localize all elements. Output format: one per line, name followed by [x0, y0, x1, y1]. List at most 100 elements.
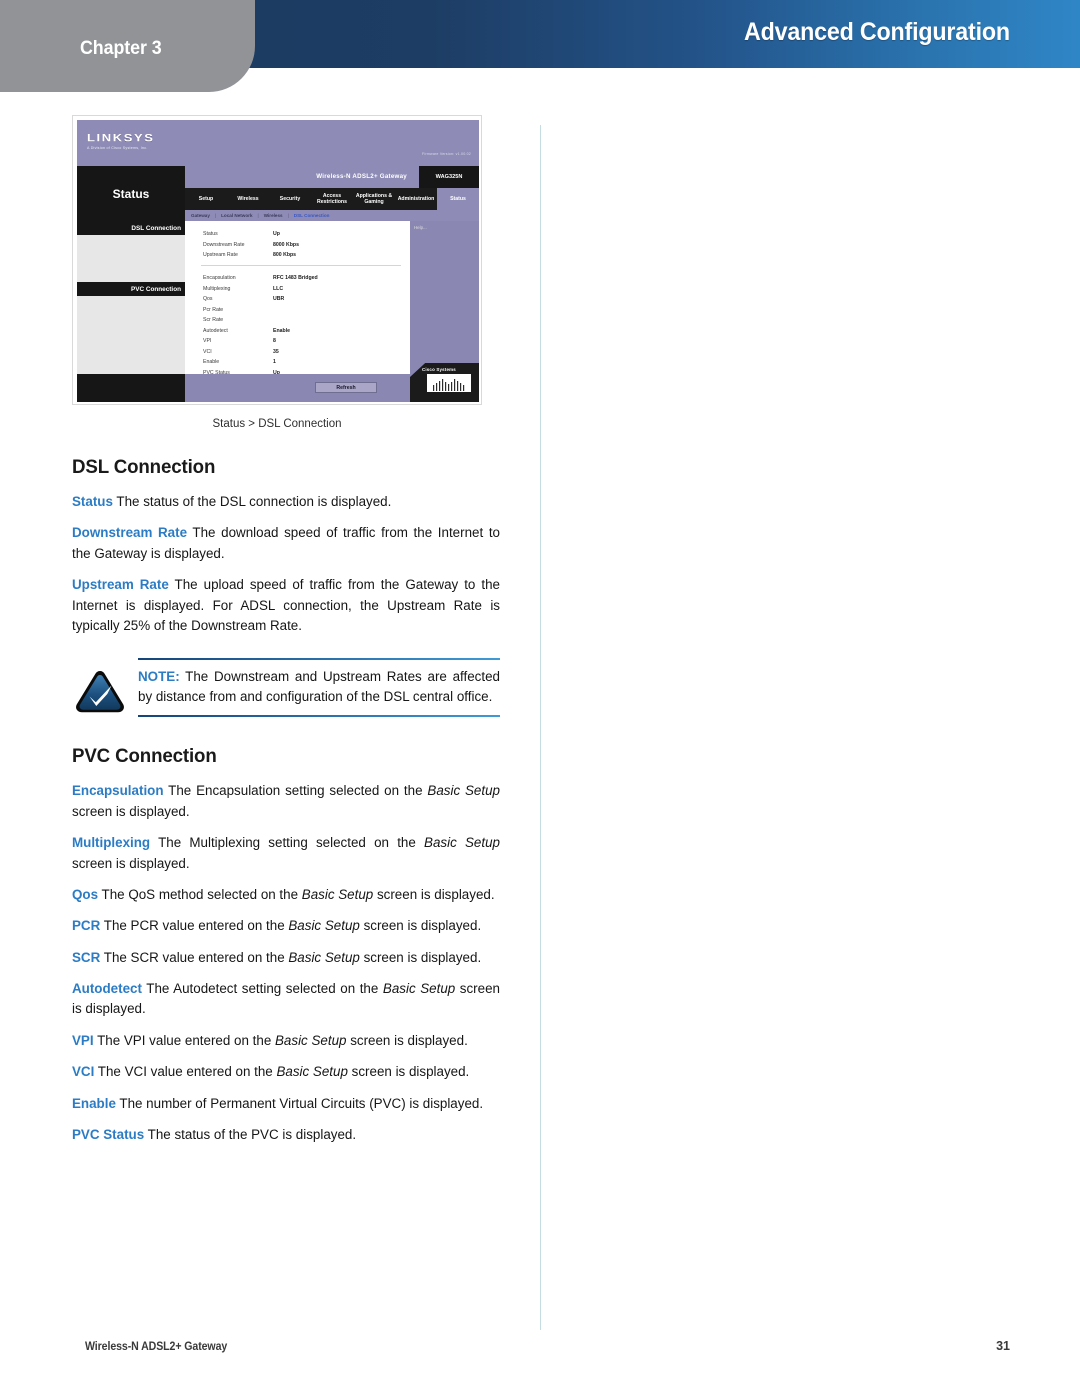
definition-paragraph: Status The status of the DSL connection …	[72, 492, 500, 512]
router-nav-item[interactable]: Wireless	[227, 188, 269, 210]
definition-paragraph: Qos The QoS method selected on the Basic…	[72, 885, 500, 905]
dsl-connection-fields: Status Up Downstream Rate 8000 Kbps Upstream…	[203, 229, 403, 261]
router-field-label: Encapsulation	[203, 275, 236, 282]
footer-document-title: Wireless-N ADSL2+ Gateway	[85, 1341, 228, 1353]
note-body-text: The Downstream and Upstream Rates are af…	[138, 669, 500, 705]
router-subnav-separator: |	[214, 213, 217, 218]
definition-paragraph: Downstream Rate The download speed of tr…	[72, 523, 500, 564]
router-field-label: Autodetect	[203, 327, 228, 334]
router-field-label: Scr Rate	[203, 317, 224, 324]
router-field-value: 8000 Kbps	[273, 241, 299, 248]
router-subnav-item[interactable]: Wireless	[264, 213, 283, 218]
router-field-value: 8	[273, 338, 276, 345]
refresh-button[interactable]: Refresh	[315, 382, 377, 393]
router-subnav-separator: |	[287, 213, 289, 218]
router-help-panel: Help...	[410, 221, 479, 374]
router-nav-item[interactable]: Security	[269, 188, 311, 210]
router-field-value: UBR	[273, 296, 285, 303]
definition-term: VCI	[72, 1064, 95, 1080]
pvc-connection-fields: Encapsulation RFC 1483 Bridged Multiplexin…	[203, 273, 403, 378]
router-field-label: Status	[203, 231, 218, 238]
italic-screen-name: Basic Setup	[288, 949, 360, 965]
chapter-tab-label: Chapter 3	[80, 38, 162, 59]
router-field-value: 1	[273, 359, 276, 366]
definition-paragraph: Upstream Rate The upload speed of traffi…	[72, 575, 500, 636]
definition-term: PVC Status	[72, 1126, 145, 1142]
router-main-panel: Status Up Downstream Rate 8000 Kbps Upstream…	[185, 221, 410, 376]
router-field-row: VCI 35	[203, 347, 403, 358]
italic-screen-name: Basic Setup	[288, 918, 360, 934]
router-field-label: Multiplexing	[203, 285, 231, 292]
router-subnav-item[interactable]: Local Network	[221, 213, 252, 218]
definition-text: screen is displayed.	[347, 1064, 470, 1080]
router-field-value: Enable	[273, 327, 291, 334]
definition-paragraph: VCI The VCI value entered on the Basic S…	[72, 1062, 500, 1082]
router-field-row: Enable 1	[203, 357, 403, 368]
definition-term: Encapsulation	[72, 783, 164, 799]
definition-text: screen is displayed.	[72, 803, 190, 819]
figure-router-ui-screenshot: LINKSYS A Division of Cisco Systems, Inc…	[72, 115, 482, 405]
router-nav-item[interactable]: Administration	[395, 188, 437, 210]
definition-paragraph: SCR The SCR value entered on the Basic S…	[72, 948, 500, 968]
router-field-value: 800 Kbps	[273, 252, 297, 259]
router-field-label: VCI	[203, 348, 212, 355]
definition-term: Upstream Rate	[72, 577, 169, 593]
router-nav-bar[interactable]: Setup Wireless Security Access Restrictions…	[185, 188, 479, 210]
router-subnav-item[interactable]: Gateway	[191, 213, 210, 218]
router-field-row: Upstream Rate 800 Kbps	[203, 250, 403, 261]
router-field-row: Multiplexing LLC	[203, 284, 403, 295]
heading-dsl-connection: DSL Connection	[72, 456, 216, 478]
definition-text: screen is displayed.	[359, 949, 482, 965]
router-nav-item[interactable]: Status	[437, 188, 479, 210]
column-divider	[540, 125, 541, 1330]
definition-term: Multiplexing	[72, 835, 151, 851]
definition-term: Autodetect	[72, 981, 142, 997]
definition-text: The PCR value entered on the	[100, 918, 289, 934]
document-page: Advanced Configuration Chapter 3 LINKSYS…	[0, 0, 1080, 1397]
router-field-label: Qos	[203, 296, 213, 303]
note-box: NOTE: The Downstream and Upstream Rates …	[72, 658, 500, 718]
linksys-logo-subtitle: A Division of Cisco Systems, Inc.	[87, 146, 148, 150]
definition-paragraph: PCR The PCR value entered on the Basic S…	[72, 916, 500, 936]
definition-term: SCR	[72, 949, 101, 965]
italic-screen-name: Basic Setup	[301, 886, 374, 902]
definition-text: screen is displayed.	[373, 886, 495, 902]
definition-text: The Multiplexing setting selected on the	[150, 835, 425, 851]
router-field-row: Downstream Rate 8000 Kbps	[203, 240, 403, 251]
definition-text: The status of the DSL connection is disp…	[112, 494, 392, 509]
definition-text: The Encapsulation setting selected on th…	[163, 783, 428, 799]
router-nav-item[interactable]: Access Restrictions	[311, 188, 353, 210]
dsl-connection-paragraphs: Status The status of the DSL connection …	[72, 492, 502, 636]
definition-paragraph: Enable The number of Permanent Virtual C…	[72, 1094, 500, 1114]
router-nav-item[interactable]: Applications & Gaming	[353, 188, 395, 210]
definition-paragraph: Autodetect The Autodetect setting select…	[72, 979, 500, 1020]
definition-term: PCR	[72, 918, 101, 934]
router-field-row: VPI 8	[203, 336, 403, 347]
definition-text: The QoS method selected on the	[98, 886, 302, 902]
heading-pvc-connection: PVC Connection	[72, 745, 217, 768]
router-nav-item[interactable]: Setup	[185, 188, 227, 210]
definition-paragraph: Encapsulation The Encapsulation setting …	[72, 781, 500, 822]
definition-term: VPI	[72, 1032, 94, 1048]
definition-term: Enable	[72, 1095, 116, 1111]
router-field-value: RFC 1483 Bridged	[273, 275, 318, 282]
definition-text: The number of Permanent Virtual Circuits…	[115, 1095, 484, 1111]
pvc-connection-paragraphs: Encapsulation The Encapsulation setting …	[72, 781, 502, 1145]
router-model-number: WAG325N	[419, 166, 479, 188]
page-header-title: Advanced Configuration	[744, 18, 1010, 46]
router-subnav-item[interactable]: DSL Connection	[294, 213, 330, 218]
definition-text: The VCI value entered on the	[94, 1064, 277, 1080]
firmware-version-label: Firmware Version: v1.00.02	[422, 152, 471, 156]
note-check-icon	[74, 668, 126, 714]
note-keyword: NOTE:	[138, 669, 180, 685]
definition-text: The SCR value entered on the	[100, 949, 289, 965]
italic-screen-name: Basic Setup	[382, 981, 456, 997]
router-field-row: Encapsulation RFC 1483 Bridged	[203, 273, 403, 284]
router-field-label: VPI	[203, 338, 212, 345]
italic-screen-name: Basic Setup	[275, 1032, 347, 1048]
router-field-label: Downstream Rate	[203, 241, 245, 248]
definition-text: The Autodetect setting selected on the	[141, 981, 383, 997]
router-subnav-bar[interactable]: Gateway | Local Network | Wireless | DSL Conne…	[185, 210, 479, 221]
router-field-row: Qos UBR	[203, 294, 403, 305]
router-field-value: LLC	[273, 285, 284, 292]
